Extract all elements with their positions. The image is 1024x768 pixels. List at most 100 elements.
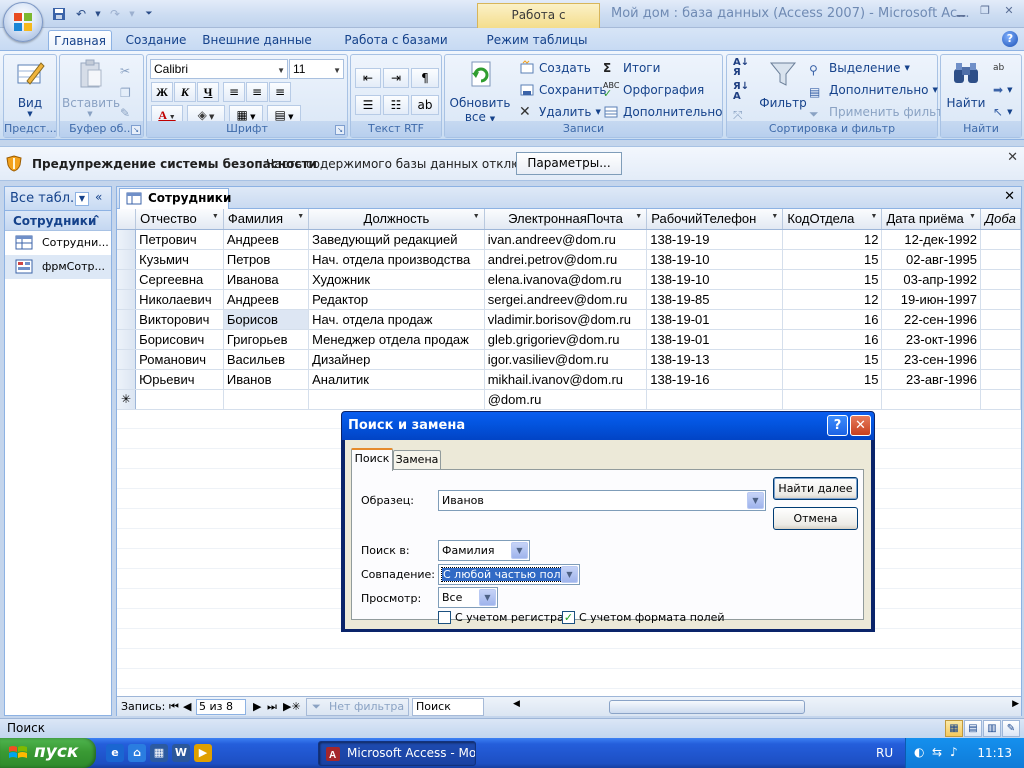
match-case-checkbox[interactable] [438, 611, 451, 624]
pivot-chart-view-icon[interactable]: ▥ [983, 720, 1001, 737]
nav-pane-header[interactable]: Все табл... ▼ « [5, 187, 111, 211]
table-row[interactable]: Романович Васильев Дизайнер igor.vasiliev@d… [117, 349, 1021, 370]
ie-icon[interactable]: e [106, 744, 124, 762]
column-header[interactable]: КодОтдела ▼ [782, 209, 883, 230]
dialog-close-icon[interactable]: ✕ [850, 415, 871, 436]
font-family-combo[interactable]: Calibri ▼ [150, 59, 288, 79]
help-tray-icon[interactable]: ◐ [914, 745, 924, 759]
sort-descending-button[interactable]: Я↓ A [733, 82, 749, 102]
spelling-button[interactable]: ABC ✓ Орфография [603, 80, 704, 100]
table-cell[interactable]: 23-сен-1996 [881, 349, 981, 370]
tab-create[interactable]: Создание [122, 30, 190, 51]
table-cell[interactable]: Нач. отдела продаж [308, 309, 485, 330]
replace-button[interactable]: ab [993, 58, 1004, 78]
find-next-button[interactable]: Найти далее [773, 477, 858, 500]
table-row[interactable]: Сергеевна Иванова Художник elena.ivanova@do… [117, 269, 1021, 290]
table-row[interactable]: Борисович Григорьев Менеджер отдела продаж… [117, 329, 1021, 350]
close-icon[interactable]: ✕ [1007, 150, 1018, 165]
chevron-down-icon[interactable]: ▼ [511, 542, 528, 559]
table-cell[interactable]: 15 [782, 269, 883, 290]
chevron-down-icon[interactable]: ▼ [212, 213, 219, 220]
column-header[interactable]: Должность ▼ [308, 209, 485, 230]
document-tab[interactable]: Сотрудники [119, 188, 231, 209]
table-cell[interactable]: 15 [782, 249, 883, 270]
row-selector[interactable] [117, 229, 137, 250]
tab-external-data[interactable]: Внешние данные [202, 30, 312, 51]
apply-filter-button[interactable]: ⏷ Применить фильтр [809, 102, 951, 122]
increase-indent-button[interactable]: ⇥ [383, 68, 409, 88]
redo-dropdown-icon[interactable]: ▼ [128, 5, 136, 23]
table-cell[interactable] [980, 269, 1021, 290]
tab-find[interactable]: Поиск [351, 448, 393, 471]
table-cell[interactable]: 22-сен-1996 [881, 309, 981, 330]
table-cell[interactable]: Иванов [223, 369, 310, 390]
row-selector[interactable] [117, 309, 137, 330]
explorer-icon[interactable]: ⌂ [128, 744, 146, 762]
dialog-help-icon[interactable]: ? [827, 415, 848, 436]
table-cell[interactable]: 23-окт-1996 [881, 329, 981, 350]
find-what-input[interactable]: Иванов ▼ [438, 490, 766, 511]
chevron-down-icon[interactable]: ▼ [561, 566, 578, 583]
table-cell[interactable]: 138-19-13 [646, 349, 784, 370]
table-cell[interactable]: Борисович [135, 329, 224, 350]
table-cell[interactable]: 16 [782, 329, 883, 350]
undo-dropdown-icon[interactable]: ▼ [94, 5, 102, 23]
table-cell[interactable]: Николаевич [135, 289, 224, 310]
scrollbar-thumb[interactable] [609, 700, 805, 714]
collapse-group-icon[interactable]: ⌃ [92, 213, 101, 226]
clipboard-launcher-icon[interactable]: ↘ [131, 125, 141, 135]
table-cell[interactable]: Редактор [308, 289, 485, 310]
next-record-icon[interactable]: ▶ [253, 700, 261, 713]
tab-database-tools[interactable]: Работа с базами данных [322, 30, 470, 67]
language-indicator[interactable]: RU [876, 746, 893, 760]
table-row[interactable]: Кузьмич Петров Нач. отдела производства and… [117, 249, 1021, 270]
font-size-combo[interactable]: 11 ▼ [289, 59, 344, 79]
design-view-icon[interactable]: ✎ [1002, 720, 1020, 737]
table-cell[interactable]: andrei.petrov@dom.ru [484, 249, 648, 270]
bullets-button[interactable]: ☷ [383, 95, 409, 115]
table-cell[interactable]: 138-19-85 [646, 289, 784, 310]
bold-button[interactable]: Ж [151, 82, 173, 102]
numbering-button[interactable]: ☰ [355, 95, 381, 115]
table-cell[interactable] [308, 389, 485, 410]
chevron-down-icon[interactable]: ▼ [297, 213, 304, 220]
table-cell[interactable]: Васильев [223, 349, 310, 370]
horizontal-scrollbar[interactable]: ◀ ▶ [513, 699, 1021, 714]
help-icon[interactable]: ? [1002, 31, 1018, 47]
tab-datasheet[interactable]: Режим таблицы [484, 30, 590, 51]
table-cell[interactable] [980, 369, 1021, 390]
table-cell[interactable] [980, 389, 1021, 410]
paste-button[interactable]: Вставить ▼ [62, 57, 120, 118]
italic-button[interactable]: К [174, 82, 196, 102]
table-cell[interactable]: 12 [782, 229, 883, 250]
column-header[interactable]: РабочийТелефон ▼ [646, 209, 784, 230]
totals-button[interactable]: Σ Итоги [603, 58, 660, 78]
format-fields-checkbox[interactable]: ✓ [562, 611, 575, 624]
filter-button[interactable]: Фильтр [759, 57, 807, 110]
underline-button[interactable]: Ч [197, 82, 219, 102]
align-center-button[interactable]: ≡ [246, 82, 268, 102]
new-record-row[interactable]: ✳ @dom.ru [117, 389, 1021, 410]
delete-record-button[interactable]: ✕ Удалить ▼ [519, 102, 601, 122]
match-select[interactable]: С любой частью поля ▼ [438, 564, 580, 585]
chevron-down-icon[interactable]: ▼ [473, 213, 480, 220]
table-cell[interactable]: Петрович [135, 229, 224, 250]
select-all-cell[interactable] [117, 209, 137, 230]
chevron-down-icon[interactable]: ▼ [635, 213, 642, 220]
pivot-table-view-icon[interactable]: ▤ [964, 720, 982, 737]
table-cell[interactable]: Дизайнер [308, 349, 485, 370]
table-cell[interactable]: mikhail.ivanov@dom.ru [484, 369, 648, 390]
table-cell[interactable]: vladimir.borisov@dom.ru [484, 309, 648, 330]
table-cell[interactable]: gleb.grigoriev@dom.ru [484, 329, 648, 350]
network-icon[interactable]: ⇆ [932, 745, 942, 759]
chevron-down-icon[interactable]: ▼ [771, 213, 778, 220]
row-selector[interactable] [117, 369, 137, 390]
row-selector[interactable] [117, 349, 137, 370]
datasheet-view-icon[interactable]: ▦ [945, 720, 963, 737]
table-cell[interactable]: sergei.andreev@dom.ru [484, 289, 648, 310]
chevron-down-icon[interactable]: ▼ [479, 589, 496, 606]
column-header[interactable]: Доба [980, 209, 1021, 230]
more-records-button[interactable]: Дополнительно ▼ [603, 102, 732, 122]
table-cell[interactable] [782, 389, 883, 410]
table-cell[interactable] [980, 349, 1021, 370]
